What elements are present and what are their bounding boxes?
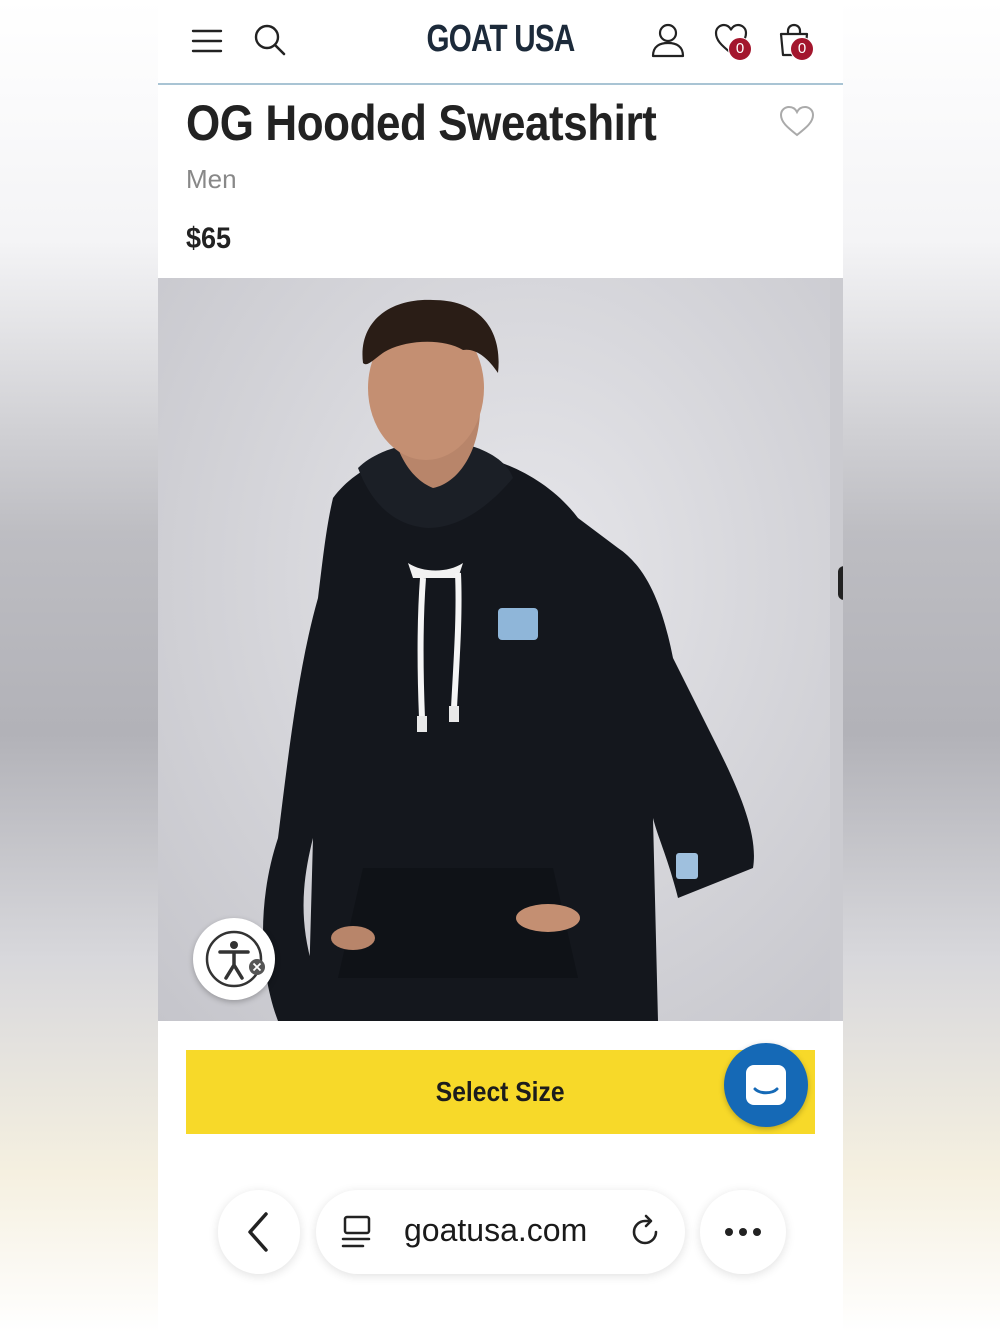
hamburger-menu-icon[interactable] — [188, 22, 224, 58]
browser-more-button[interactable] — [700, 1190, 786, 1274]
product-image[interactable] — [158, 278, 830, 1021]
chat-icon — [746, 1065, 786, 1105]
page: GOAT USA 0 0 OG Hooded Sweatshirt Men $6… — [158, 0, 843, 1333]
account-icon[interactable] — [650, 22, 686, 58]
chat-button[interactable] — [724, 1043, 808, 1127]
accessibility-button[interactable] — [193, 918, 275, 1000]
tabs-icon — [341, 1215, 371, 1248]
back-chevron-icon — [248, 1212, 268, 1252]
more-icon — [725, 1228, 761, 1236]
product-category: Men — [186, 164, 237, 194]
accessibility-icon — [205, 930, 265, 988]
product-price: $65 — [186, 222, 232, 255]
model-illustration — [263, 299, 754, 1021]
browser-address-bar[interactable]: goatusa.com — [316, 1190, 685, 1274]
site-logo[interactable]: GOAT USA — [233, 18, 767, 61]
carousel-next-handle[interactable] — [838, 566, 843, 600]
reload-icon[interactable] — [628, 1214, 664, 1250]
site-header: GOAT USA 0 0 — [158, 0, 843, 85]
wishlist-count-badge: 0 — [728, 37, 752, 61]
browser-back-button[interactable] — [218, 1190, 300, 1274]
select-size-label: Select Size — [436, 1076, 565, 1107]
cart-count-badge: 0 — [790, 37, 814, 61]
next-image-edge — [830, 278, 843, 1021]
product-title: OG Hooded Sweatshirt — [186, 95, 657, 151]
select-size-button[interactable]: Select Size — [186, 1050, 815, 1134]
url-text: goatusa.com — [404, 1212, 588, 1248]
favorite-heart-icon[interactable] — [778, 104, 816, 138]
